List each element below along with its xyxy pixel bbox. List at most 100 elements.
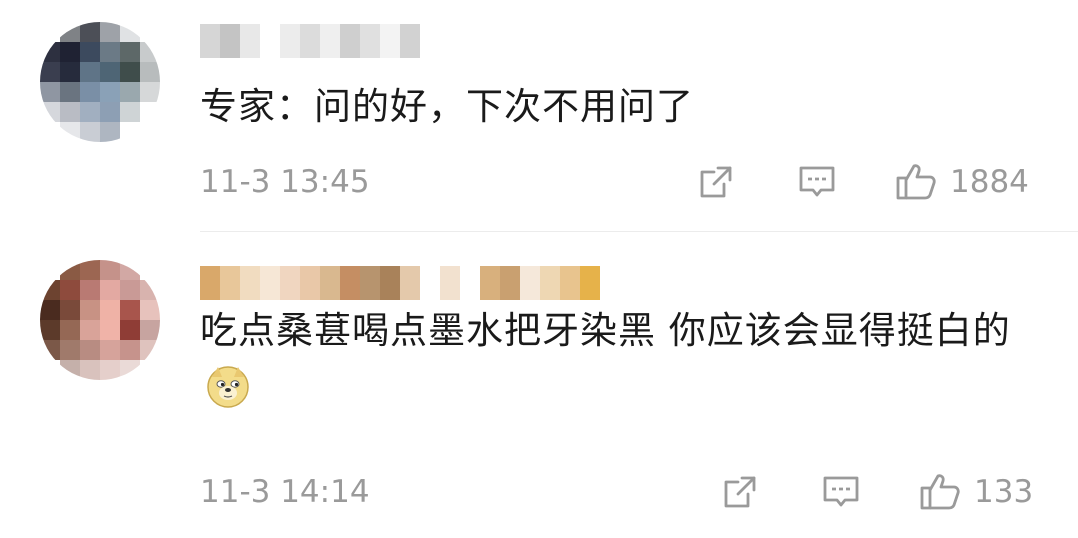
blur-block [220,266,240,300]
blur-block [260,24,280,58]
mosaic-cell [40,300,60,320]
reply-button[interactable] [796,162,838,202]
username-blurred[interactable] [200,266,600,300]
mosaic-cell [140,300,160,320]
avatar[interactable] [40,260,160,380]
mosaic-cell [60,22,80,42]
mosaic-cell [40,22,60,42]
comment-text: 专家：问的好，下次不用问了 [200,85,694,128]
mosaic-cell [140,82,160,102]
mosaic-cell [100,360,120,380]
blur-block [300,266,320,300]
mosaic-cell [60,42,80,62]
comment-time: 11-3 14:14 [200,474,370,510]
mosaic-cell [120,102,140,122]
mosaic-cell [80,340,100,360]
like-button[interactable]: 1884 [894,162,1029,202]
blur-block [320,24,340,58]
mosaic-cell [100,340,120,360]
blur-block [540,266,560,300]
mosaic-cell [60,320,80,340]
blur-block [200,24,220,58]
blur-block [420,266,440,300]
comment-icon [799,166,835,197]
blur-block [380,266,400,300]
mosaic-cell [80,300,100,320]
mosaic-cell [100,320,120,340]
mosaic-cell [80,320,100,340]
blur-block [280,266,300,300]
blur-block [380,24,400,58]
avatar-mosaic [40,22,160,142]
mosaic-cell [60,102,80,122]
mosaic-cell [120,320,140,340]
blur-block [220,24,240,58]
mosaic-cell [140,340,160,360]
blur-block [320,266,340,300]
blur-block [580,266,600,300]
comment-meta: 11-3 14:14 133 [200,472,1038,512]
blur-block [440,266,460,300]
mosaic-cell [120,82,140,102]
mosaic-cell [60,260,80,280]
mosaic-cell [140,320,160,340]
mosaic-cell [60,340,80,360]
blur-block [280,24,300,58]
mosaic-cell [100,102,120,122]
blur-block [560,266,580,300]
blur-block [460,266,480,300]
mosaic-cell [40,360,60,380]
thumbs-up-icon [920,474,960,510]
mosaic-cell [140,360,160,380]
blur-block [340,24,360,58]
comment-icon [823,476,859,507]
mosaic-cell [40,260,60,280]
avatar-mosaic [40,260,160,380]
share-icon [724,476,756,508]
mosaic-cell [80,22,100,42]
mosaic-cell [80,360,100,380]
mosaic-cell [100,280,120,300]
mosaic-cell [40,340,60,360]
mosaic-cell [80,102,100,122]
mosaic-cell [140,280,160,300]
mosaic-cell [40,280,60,300]
mosaic-cell [100,82,120,102]
blur-block [360,24,380,58]
like-button[interactable]: 133 [918,472,1033,512]
mosaic-cell [100,62,120,82]
mosaic-cell [120,360,140,380]
comment-time: 11-3 13:45 [200,164,370,200]
mosaic-cell [60,280,80,300]
share-icon [700,166,732,198]
mosaic-cell [60,62,80,82]
share-button[interactable] [720,472,760,512]
mosaic-cell [120,62,140,82]
mosaic-cell [140,42,160,62]
blur-block [500,266,520,300]
share-button[interactable] [696,162,736,202]
mosaic-cell [140,62,160,82]
mosaic-cell [120,22,140,42]
mosaic-cell [140,22,160,42]
mosaic-cell [120,122,140,142]
avatar[interactable] [40,22,160,142]
like-count: 133 [974,474,1034,510]
blur-block [300,24,320,58]
mosaic-cell [60,122,80,142]
mosaic-cell [120,340,140,360]
mosaic-cell [100,42,120,62]
comment-item: 专家：问的好，下次不用问了 11-3 13:45 1884 [0,0,1078,232]
reply-button[interactable] [820,472,862,512]
mosaic-cell [40,122,60,142]
mosaic-cell [140,102,160,122]
comment-text: 吃点桑葚喝点墨水把牙染黑 你应该会显得挺白的 [200,302,1040,418]
mosaic-cell [140,260,160,280]
mosaic-cell [80,42,100,62]
mosaic-cell [80,260,100,280]
mosaic-cell [40,82,60,102]
username-blurred[interactable] [200,24,420,58]
thumbs-up-icon [896,164,936,200]
mosaic-cell [60,300,80,320]
mosaic-cell [80,62,100,82]
